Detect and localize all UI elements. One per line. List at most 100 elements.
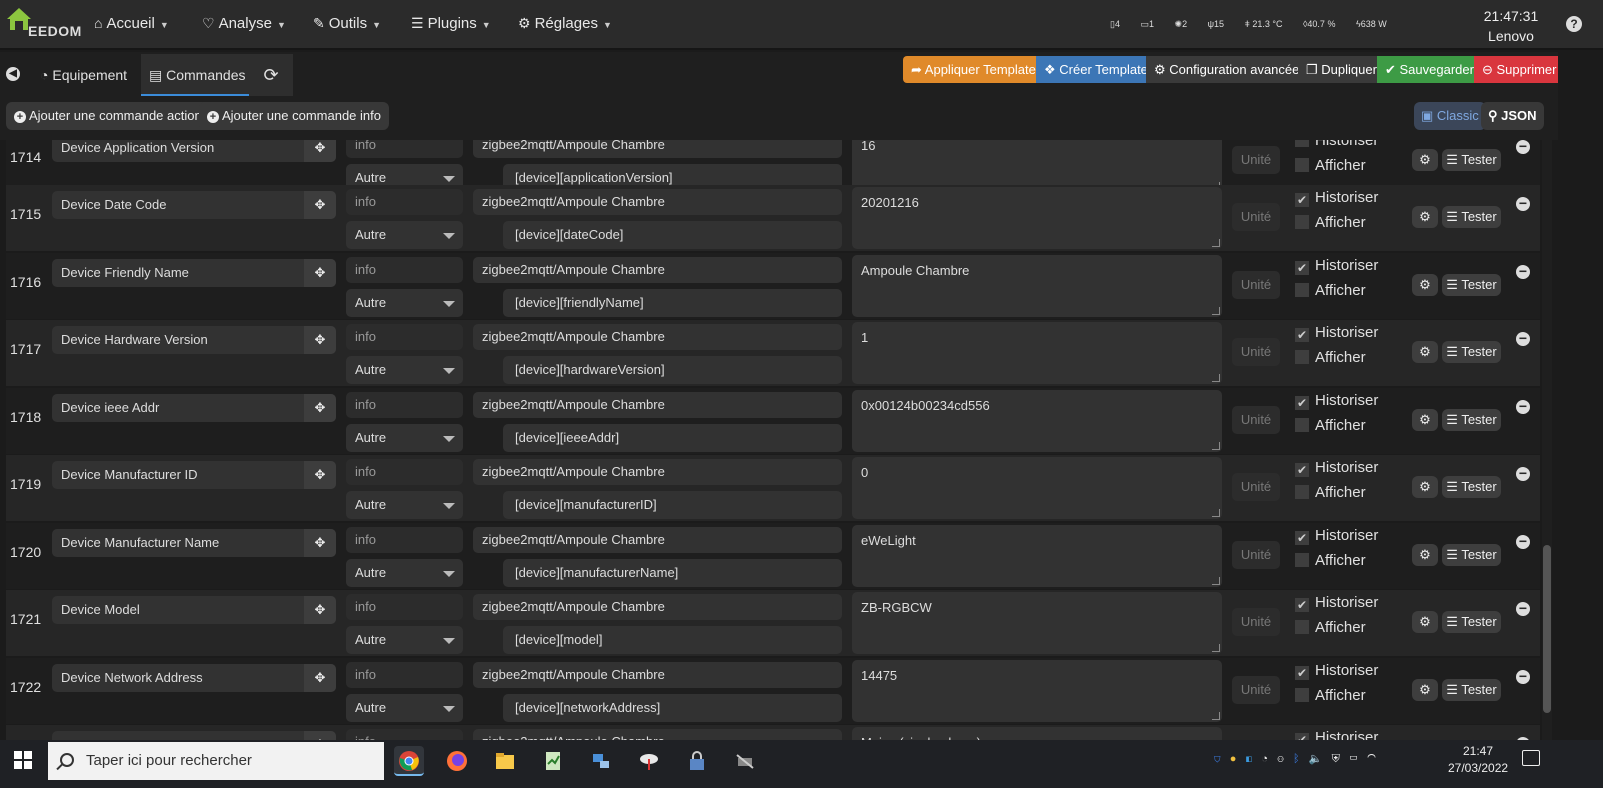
window-summary[interactable]: ▭1 [1140, 19, 1163, 29]
add-info-command-button[interactable]: + Ajouter une commande info [199, 102, 389, 130]
choose-icon-button[interactable]: ✥ [304, 394, 336, 422]
command-subtype-select[interactable]: Autre [346, 221, 463, 249]
afficher-checkbox[interactable]: Afficher [1295, 214, 1366, 231]
resize-grip-icon[interactable] [1212, 307, 1220, 315]
unit-input[interactable]: Unité [1232, 271, 1280, 299]
save-button[interactable]: ✔ Sauvegarder [1377, 56, 1482, 83]
json-path-input[interactable]: [device][ieeeAddr] [503, 424, 842, 452]
choose-icon-button[interactable]: ✥ [304, 664, 336, 692]
remove-command-icon[interactable]: − [1516, 669, 1530, 684]
afficher-checkbox[interactable]: Afficher [1295, 552, 1366, 569]
historiser-checkbox[interactable]: ✔Historiser [1295, 324, 1378, 342]
windows-start-icon[interactable] [14, 751, 32, 769]
command-name-input[interactable]: Device Hardware Version ✥ [52, 326, 336, 354]
tab-equipement[interactable]: ◔ Equipement [32, 54, 135, 96]
test-button[interactable]: ☰ Tester [1442, 409, 1501, 431]
advanced-config-button[interactable]: ⚙ Configuration avancée [1146, 56, 1308, 83]
command-value-textarea[interactable]: 14475 [852, 660, 1222, 722]
command-value-textarea[interactable]: 0 [852, 457, 1222, 519]
command-subtype-select[interactable]: Autre [346, 694, 463, 722]
choose-icon-button[interactable]: ✥ [304, 259, 336, 287]
menu-plugins[interactable]: ☰ Plugins ▼ [411, 15, 491, 32]
command-value-textarea[interactable]: ZB-RGBCW [852, 592, 1222, 654]
command-name-input[interactable]: Device Manufacturer ID ✥ [52, 461, 336, 489]
command-subtype-select[interactable]: Autre [346, 424, 463, 452]
plug-summary[interactable]: ψ15 [1208, 19, 1233, 29]
remove-command-icon[interactable]: − [1516, 196, 1530, 211]
afficher-checkbox[interactable]: Afficher [1295, 157, 1366, 174]
power-summary[interactable]: ϟ638 W [1356, 19, 1396, 29]
afficher-checkbox[interactable]: Afficher [1295, 349, 1366, 366]
resize-grip-icon[interactable] [1212, 577, 1220, 585]
chrome-icon[interactable] [394, 746, 424, 776]
choose-icon-button[interactable]: ✥ [304, 461, 336, 489]
historiser-checkbox[interactable]: ✔Historiser [1295, 527, 1378, 545]
table-scrollbar[interactable] [1542, 140, 1552, 758]
choose-icon-button[interactable]: ✥ [304, 529, 336, 557]
remove-command-icon[interactable]: − [1516, 601, 1530, 616]
command-name-input[interactable]: Device Date Code ✥ [52, 191, 336, 219]
add-action-command-button[interactable]: + Ajouter une commande action [6, 102, 210, 130]
historiser-checkbox[interactable]: ✔Historiser [1295, 257, 1378, 275]
afficher-checkbox[interactable]: Afficher [1295, 282, 1366, 299]
json-view-button[interactable]: ⚲ JSON [1481, 102, 1544, 130]
command-name-input[interactable]: Device Manufacturer Name ✥ [52, 529, 336, 557]
command-config-button[interactable]: ⚙ [1412, 544, 1438, 566]
resize-grip-icon[interactable] [1212, 239, 1220, 247]
classic-view-button[interactable]: ▣ Classic [1414, 102, 1486, 130]
choose-icon-button[interactable]: ✥ [304, 140, 336, 162]
choose-icon-button[interactable]: ✥ [304, 596, 336, 624]
tool-icon[interactable] [730, 746, 760, 776]
command-subtype-select[interactable]: Autre [346, 626, 463, 654]
choose-icon-button[interactable]: ✥ [304, 326, 336, 354]
command-config-button[interactable]: ⚙ [1412, 409, 1438, 431]
test-button[interactable]: ☰ Tester [1442, 274, 1501, 296]
topic-input[interactable]: zigbee2mqtt/Ampoule Chambre [473, 662, 842, 688]
remove-command-icon[interactable]: − [1516, 534, 1530, 549]
network-icon[interactable] [586, 746, 616, 776]
back-arrow-icon[interactable]: ◀ [6, 67, 20, 81]
resize-grip-icon[interactable] [1212, 644, 1220, 652]
remove-command-icon[interactable]: − [1516, 331, 1530, 346]
command-config-button[interactable]: ⚙ [1412, 274, 1438, 296]
json-path-input[interactable]: [device][hardwareVersion] [503, 356, 842, 384]
historiser-checkbox[interactable]: ✔Historiser [1295, 594, 1378, 612]
tray-icons[interactable]: ⛉ ● ◧ ◔ ⚇ ᛒ 🔈 ⛨ ▭ ◠ [1214, 752, 1376, 766]
topic-input[interactable]: zigbee2mqtt/Ampoule Chambre [473, 140, 842, 158]
historiser-checkbox[interactable]: Historiser [1295, 140, 1378, 149]
unit-input[interactable]: Unité [1232, 203, 1280, 231]
taskbar-clock[interactable]: 21:47 27/03/2022 [1448, 743, 1508, 777]
command-config-button[interactable]: ⚙ [1412, 476, 1438, 498]
resize-grip-icon[interactable] [1212, 374, 1220, 382]
menu-accueil[interactable]: ⌂ Accueil ▼ [94, 15, 169, 32]
json-path-input[interactable]: [device][friendlyName] [503, 289, 842, 317]
global-summary[interactable]: ▯4 ▭1 ✺2 ψ15 ǂ 21.3 °C ◊40.7 % ϟ638 W [1110, 19, 1405, 30]
topic-input[interactable]: zigbee2mqtt/Ampoule Chambre [473, 189, 842, 215]
test-button[interactable]: ☰ Tester [1442, 341, 1501, 363]
remove-command-icon[interactable]: − [1516, 140, 1530, 154]
command-config-button[interactable]: ⚙ [1412, 149, 1438, 171]
unit-input[interactable]: Unité [1232, 473, 1280, 501]
test-button[interactable]: ☰ Tester [1442, 206, 1501, 228]
unit-input[interactable]: Unité [1232, 406, 1280, 434]
topic-input[interactable]: zigbee2mqtt/Ampoule Chambre [473, 459, 842, 485]
test-button[interactable]: ☰ Tester [1442, 679, 1501, 701]
scrollbar-thumb[interactable] [1543, 545, 1551, 713]
notepad-icon[interactable] [538, 746, 568, 776]
unit-input[interactable]: Unité [1232, 541, 1280, 569]
command-value-textarea[interactable]: 20201216 [852, 187, 1222, 249]
command-config-button[interactable]: ⚙ [1412, 341, 1438, 363]
test-button[interactable]: ☰ Tester [1442, 544, 1501, 566]
notification-icon[interactable] [1522, 750, 1540, 766]
command-value-textarea[interactable]: Ampoule Chambre [852, 255, 1222, 317]
command-config-button[interactable]: ⚙ [1412, 611, 1438, 633]
command-name-input[interactable]: Device Friendly Name ✥ [52, 259, 336, 287]
unit-input[interactable]: Unité [1232, 338, 1280, 366]
topic-input[interactable]: zigbee2mqtt/Ampoule Chambre [473, 594, 842, 620]
json-path-input[interactable]: [device][model] [503, 626, 842, 654]
delete-button[interactable]: ⊖ Supprimer [1474, 56, 1565, 83]
remove-command-icon[interactable]: − [1516, 264, 1530, 279]
door-summary[interactable]: ▯4 [1110, 19, 1129, 29]
jeedom-logo[interactable]: EEDOM [6, 4, 81, 44]
command-subtype-select[interactable]: Autre [346, 356, 463, 384]
